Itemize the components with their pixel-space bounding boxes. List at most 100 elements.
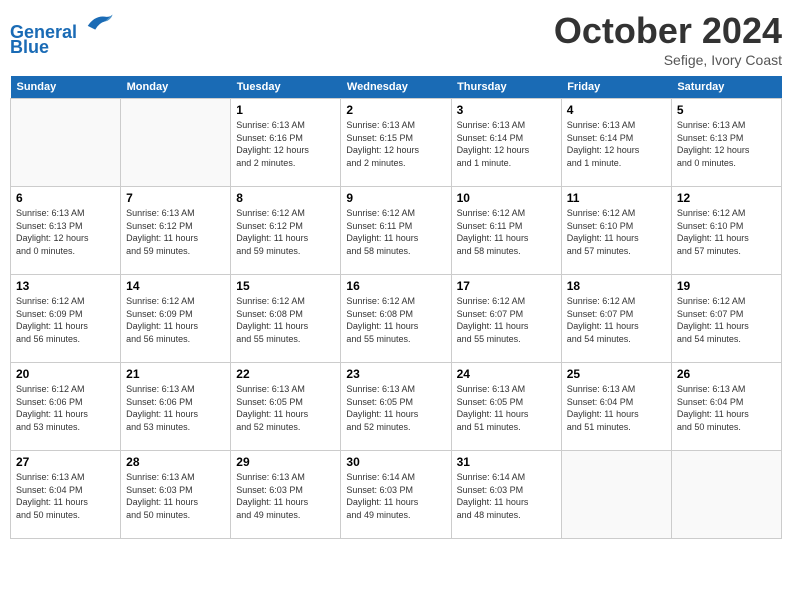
day-number: 30: [346, 455, 445, 469]
day-number: 29: [236, 455, 335, 469]
day-header-thursday: Thursday: [451, 76, 561, 99]
day-header-saturday: Saturday: [671, 76, 781, 99]
calendar-cell: 26 Sunrise: 6:13 AM Sunset: 6:04 PM Dayli…: [671, 363, 781, 451]
day-number: 1: [236, 103, 335, 117]
calendar-cell: 12 Sunrise: 6:12 AM Sunset: 6:10 PM Dayli…: [671, 187, 781, 275]
day-info: Sunrise: 6:13 AM Sunset: 6:03 PM Dayligh…: [126, 471, 225, 521]
calendar-cell: 16Sunrise: 6:12 AM Sunset: 6:08 PM Dayli…: [341, 275, 451, 363]
calendar-cell: 31Sunrise: 6:14 AM Sunset: 6:03 PM Dayli…: [451, 451, 561, 539]
day-number: 24: [457, 367, 556, 381]
calendar-cell: [11, 99, 121, 187]
day-info: Sunrise: 6:12 AM Sunset: 6:07 PM Dayligh…: [457, 295, 556, 345]
day-info: Sunrise: 6:13 AM Sunset: 6:13 PM Dayligh…: [677, 119, 776, 169]
day-info: Sunrise: 6:13 AM Sunset: 6:04 PM Dayligh…: [16, 471, 115, 521]
day-info: Sunrise: 6:13 AM Sunset: 6:16 PM Dayligh…: [236, 119, 335, 169]
day-info: Sunrise: 6:13 AM Sunset: 6:04 PM Dayligh…: [567, 383, 666, 433]
day-info: Sunrise: 6:12 AM Sunset: 6:10 PM Dayligh…: [677, 207, 776, 257]
day-info: Sunrise: 6:13 AM Sunset: 6:03 PM Dayligh…: [236, 471, 335, 521]
day-number: 19: [677, 279, 776, 293]
day-info: Sunrise: 6:13 AM Sunset: 6:05 PM Dayligh…: [236, 383, 335, 433]
day-info: Sunrise: 6:13 AM Sunset: 6:06 PM Dayligh…: [126, 383, 225, 433]
week-row-4: 20Sunrise: 6:12 AM Sunset: 6:06 PM Dayli…: [11, 363, 782, 451]
day-number: 2: [346, 103, 445, 117]
calendar-cell: 2 Sunrise: 6:13 AM Sunset: 6:15 PM Daylig…: [341, 99, 451, 187]
day-number: 31: [457, 455, 556, 469]
calendar-cell: 22 Sunrise: 6:13 AM Sunset: 6:05 PM Dayli…: [231, 363, 341, 451]
day-info: Sunrise: 6:12 AM Sunset: 6:09 PM Dayligh…: [16, 295, 115, 345]
day-number: 12: [677, 191, 776, 205]
calendar-cell: 14Sunrise: 6:12 AM Sunset: 6:09 PM Dayli…: [121, 275, 231, 363]
calendar-cell: 25 Sunrise: 6:13 AM Sunset: 6:04 PM Dayli…: [561, 363, 671, 451]
day-info: Sunrise: 6:13 AM Sunset: 6:04 PM Dayligh…: [677, 383, 776, 433]
day-number: 6: [16, 191, 115, 205]
calendar-cell: 1 Sunrise: 6:13 AM Sunset: 6:16 PM Daylig…: [231, 99, 341, 187]
calendar-cell: 9 Sunrise: 6:12 AM Sunset: 6:11 PM Daylig…: [341, 187, 451, 275]
page-header: General Blue October 2024 Sefige, Ivory …: [10, 10, 782, 68]
calendar-cell: 20Sunrise: 6:12 AM Sunset: 6:06 PM Dayli…: [11, 363, 121, 451]
day-header-friday: Friday: [561, 76, 671, 99]
day-info: Sunrise: 6:14 AM Sunset: 6:03 PM Dayligh…: [346, 471, 445, 521]
day-number: 7: [126, 191, 225, 205]
calendar-cell: 7 Sunrise: 6:13 AM Sunset: 6:12 PM Daylig…: [121, 187, 231, 275]
day-number: 13: [16, 279, 115, 293]
day-number: 5: [677, 103, 776, 117]
day-header-monday: Monday: [121, 76, 231, 99]
day-number: 11: [567, 191, 666, 205]
week-row-1: 1 Sunrise: 6:13 AM Sunset: 6:16 PM Daylig…: [11, 99, 782, 187]
logo: General Blue: [10, 10, 114, 58]
day-info: Sunrise: 6:12 AM Sunset: 6:11 PM Dayligh…: [457, 207, 556, 257]
day-info: Sunrise: 6:13 AM Sunset: 6:05 PM Dayligh…: [346, 383, 445, 433]
day-number: 9: [346, 191, 445, 205]
calendar-cell: 3Sunrise: 6:13 AM Sunset: 6:14 PM Daylig…: [451, 99, 561, 187]
calendar-table: SundayMondayTuesdayWednesdayThursdayFrid…: [10, 76, 782, 539]
day-info: Sunrise: 6:12 AM Sunset: 6:10 PM Dayligh…: [567, 207, 666, 257]
calendar-cell: 15Sunrise: 6:12 AM Sunset: 6:08 PM Dayli…: [231, 275, 341, 363]
day-info: Sunrise: 6:13 AM Sunset: 6:05 PM Dayligh…: [457, 383, 556, 433]
calendar-cell: 4 Sunrise: 6:13 AM Sunset: 6:14 PM Daylig…: [561, 99, 671, 187]
calendar-cell: 30 Sunrise: 6:14 AM Sunset: 6:03 PM Dayli…: [341, 451, 451, 539]
day-number: 23: [346, 367, 445, 381]
day-header-sunday: Sunday: [11, 76, 121, 99]
day-number: 14: [126, 279, 225, 293]
calendar-cell: 6 Sunrise: 6:13 AM Sunset: 6:13 PM Daylig…: [11, 187, 121, 275]
calendar-cell: 19 Sunrise: 6:12 AM Sunset: 6:07 PM Dayli…: [671, 275, 781, 363]
calendar-cell: [671, 451, 781, 539]
day-number: 25: [567, 367, 666, 381]
calendar-cell: [121, 99, 231, 187]
week-row-3: 13 Sunrise: 6:12 AM Sunset: 6:09 PM Dayli…: [11, 275, 782, 363]
day-info: Sunrise: 6:13 AM Sunset: 6:15 PM Dayligh…: [346, 119, 445, 169]
location-subtitle: Sefige, Ivory Coast: [554, 52, 782, 68]
day-info: Sunrise: 6:12 AM Sunset: 6:06 PM Dayligh…: [16, 383, 115, 433]
day-number: 4: [567, 103, 666, 117]
day-info: Sunrise: 6:12 AM Sunset: 6:07 PM Dayligh…: [677, 295, 776, 345]
day-number: 27: [16, 455, 115, 469]
day-number: 26: [677, 367, 776, 381]
day-info: Sunrise: 6:12 AM Sunset: 6:07 PM Dayligh…: [567, 295, 666, 345]
calendar-cell: 11 Sunrise: 6:12 AM Sunset: 6:10 PM Dayli…: [561, 187, 671, 275]
logo-bird-icon: [84, 10, 114, 38]
month-title: October 2024: [554, 10, 782, 52]
day-info: Sunrise: 6:13 AM Sunset: 6:13 PM Dayligh…: [16, 207, 115, 257]
day-number: 8: [236, 191, 335, 205]
calendar-cell: 27 Sunrise: 6:13 AM Sunset: 6:04 PM Dayli…: [11, 451, 121, 539]
day-info: Sunrise: 6:13 AM Sunset: 6:14 PM Dayligh…: [567, 119, 666, 169]
calendar-cell: 13 Sunrise: 6:12 AM Sunset: 6:09 PM Dayli…: [11, 275, 121, 363]
day-info: Sunrise: 6:12 AM Sunset: 6:12 PM Dayligh…: [236, 207, 335, 257]
calendar-cell: 17Sunrise: 6:12 AM Sunset: 6:07 PM Dayli…: [451, 275, 561, 363]
day-number: 22: [236, 367, 335, 381]
day-header-wednesday: Wednesday: [341, 76, 451, 99]
day-number: 21: [126, 367, 225, 381]
calendar-cell: [561, 451, 671, 539]
day-number: 28: [126, 455, 225, 469]
calendar-cell: 29 Sunrise: 6:13 AM Sunset: 6:03 PM Dayli…: [231, 451, 341, 539]
day-info: Sunrise: 6:12 AM Sunset: 6:11 PM Dayligh…: [346, 207, 445, 257]
day-info: Sunrise: 6:13 AM Sunset: 6:12 PM Dayligh…: [126, 207, 225, 257]
day-number: 10: [457, 191, 556, 205]
day-number: 18: [567, 279, 666, 293]
calendar-cell: 18 Sunrise: 6:12 AM Sunset: 6:07 PM Dayli…: [561, 275, 671, 363]
calendar-cell: 24 Sunrise: 6:13 AM Sunset: 6:05 PM Dayli…: [451, 363, 561, 451]
calendar-cell: 28 Sunrise: 6:13 AM Sunset: 6:03 PM Dayli…: [121, 451, 231, 539]
calendar-cell: 23 Sunrise: 6:13 AM Sunset: 6:05 PM Dayli…: [341, 363, 451, 451]
day-number: 15: [236, 279, 335, 293]
day-info: Sunrise: 6:12 AM Sunset: 6:08 PM Dayligh…: [346, 295, 445, 345]
